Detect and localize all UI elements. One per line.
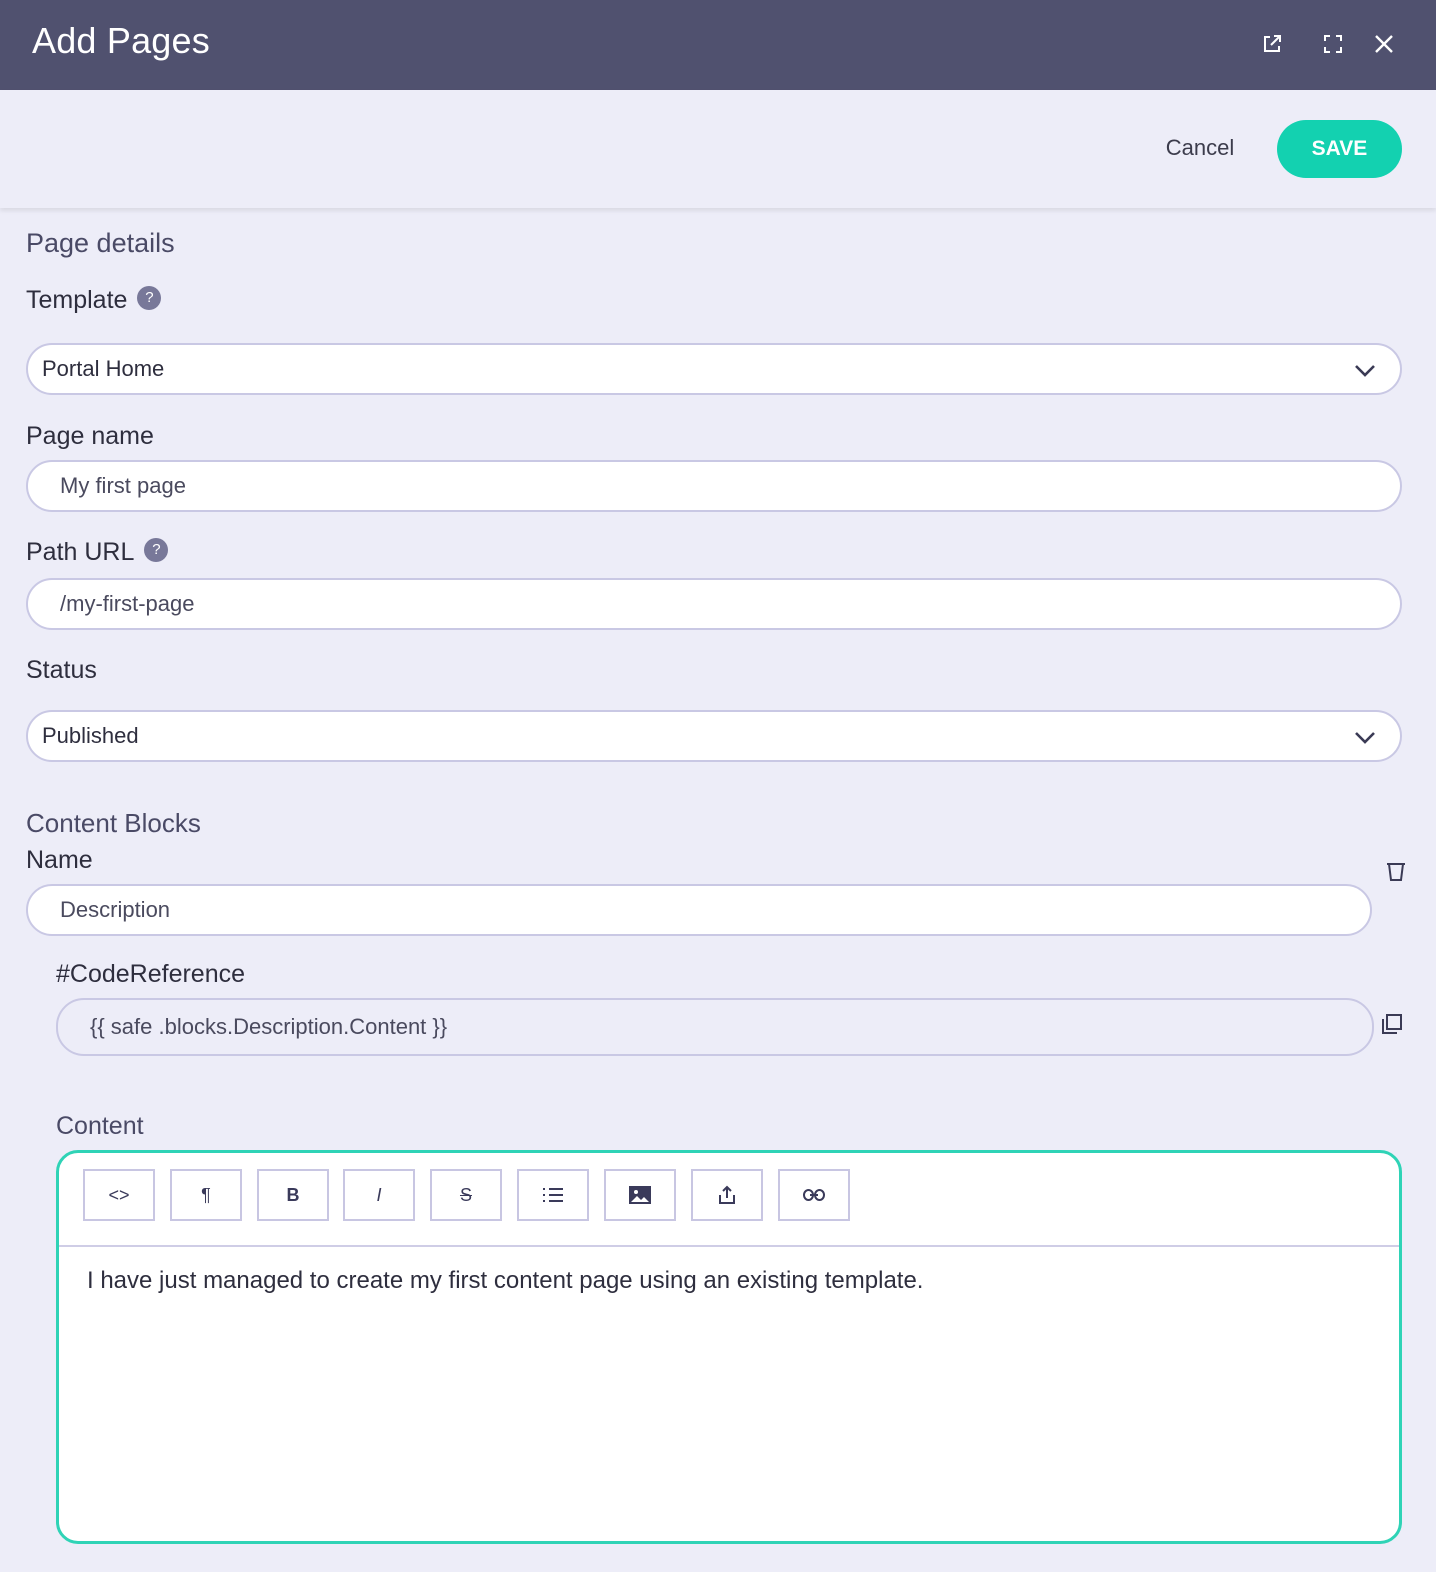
link-button[interactable] xyxy=(778,1169,850,1221)
block-name-input[interactable]: Description xyxy=(26,884,1372,936)
help-icon[interactable]: ? xyxy=(137,285,162,310)
list-button[interactable] xyxy=(517,1169,589,1221)
code-reference-field[interactable]: {{ safe .blocks.Description.Content }} xyxy=(56,998,1374,1056)
content-label: Content xyxy=(56,1112,144,1140)
cancel-button[interactable]: Cancel xyxy=(1150,130,1250,166)
fullscreen-icon[interactable] xyxy=(1317,28,1349,60)
path-url-input[interactable]: /my-first-page xyxy=(26,578,1402,630)
status-value: Published xyxy=(42,723,139,748)
save-button[interactable]: SAVE xyxy=(1277,120,1402,178)
window-title: Add Pages xyxy=(32,20,210,61)
rich-text-editor[interactable]: <> ¶ B I S I have just managed to create… xyxy=(56,1150,1402,1544)
close-icon[interactable] xyxy=(1368,28,1400,60)
path-url-value: /my-first-page xyxy=(60,591,195,616)
image-button[interactable] xyxy=(604,1169,676,1221)
template-label: Template ? xyxy=(26,285,162,315)
template-select[interactable]: Portal Home xyxy=(26,343,1402,395)
bold-button[interactable]: B xyxy=(257,1169,329,1221)
help-icon[interactable]: ? xyxy=(144,537,169,562)
external-link-icon[interactable] xyxy=(1256,28,1288,60)
template-value: Portal Home xyxy=(42,356,165,381)
trash-icon[interactable] xyxy=(1384,860,1408,889)
code-view-button[interactable]: <> xyxy=(83,1169,155,1221)
list-icon xyxy=(543,1188,563,1202)
code-reference-value: {{ safe .blocks.Description.Content }} xyxy=(90,1014,448,1039)
content-blocks-title: Content Blocks xyxy=(26,808,201,838)
chevron-down-icon xyxy=(1352,724,1378,756)
strikethrough-button[interactable]: S xyxy=(430,1169,502,1221)
editor-toolbar: <> ¶ B I S xyxy=(59,1153,1399,1247)
upload-button[interactable] xyxy=(691,1169,763,1221)
block-name-value: Description xyxy=(60,897,171,922)
status-label: Status xyxy=(26,656,97,684)
page-name-input[interactable]: My first page xyxy=(26,460,1402,512)
chevron-down-icon xyxy=(1352,357,1378,389)
block-name-label: Name xyxy=(26,846,93,874)
page-name-label: Page name xyxy=(26,422,154,450)
editor-content[interactable]: I have just managed to create my first c… xyxy=(87,1267,923,1295)
link-icon xyxy=(803,1189,825,1201)
path-url-label: Path URL ? xyxy=(26,537,169,567)
template-label-text: Template xyxy=(26,286,128,314)
path-url-label-text: Path URL xyxy=(26,538,135,566)
status-select[interactable]: Published xyxy=(26,710,1402,762)
upload-icon xyxy=(719,1185,735,1204)
page-details-title: Page details xyxy=(26,228,175,258)
copy-icon[interactable] xyxy=(1380,1012,1404,1041)
page-name-value: My first page xyxy=(60,473,186,498)
paragraph-button[interactable]: ¶ xyxy=(170,1169,242,1221)
image-icon xyxy=(629,1186,651,1204)
italic-button[interactable]: I xyxy=(343,1169,415,1221)
title-bar: Add Pages xyxy=(0,0,1436,90)
code-reference-label: #CodeReference xyxy=(56,960,246,988)
